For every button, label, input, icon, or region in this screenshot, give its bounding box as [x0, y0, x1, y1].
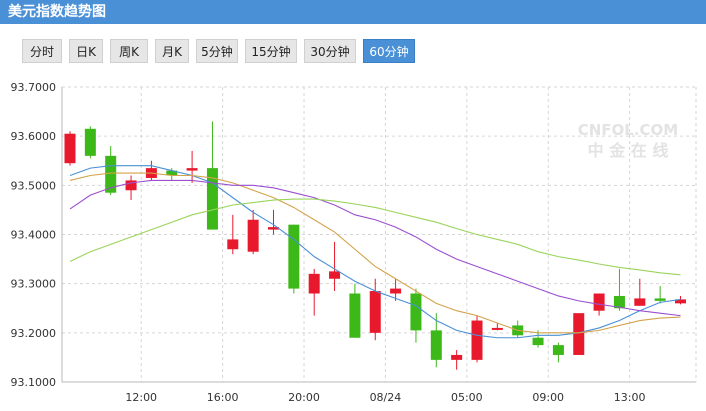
y-tick-label: 93.1000 [11, 376, 57, 389]
y-tick-label: 93.3000 [11, 278, 57, 291]
candle [369, 278, 381, 341]
candle-body [532, 337, 544, 346]
y-tick-label: 93.2000 [11, 327, 57, 340]
candle [430, 313, 442, 368]
candle-body [369, 291, 381, 333]
candle-body [247, 219, 259, 252]
candle-body [349, 293, 361, 338]
tab-6[interactable]: 30分钟 [304, 39, 356, 63]
candle [186, 150, 198, 183]
x-tick-label: 09:00 [532, 391, 564, 404]
tab-7[interactable]: 60分钟 [363, 39, 415, 63]
candle-body [430, 330, 442, 360]
candle-body [410, 293, 422, 331]
tab-0[interactable]: 分时 [22, 39, 62, 63]
candle [247, 209, 259, 255]
chart-title: 美元指数趋势图 [8, 4, 106, 20]
x-axis: 12:00 16:00 20:00 08/24 05:00 09:00 13:00 [125, 391, 645, 404]
candle [552, 342, 564, 363]
candle-body [390, 288, 402, 294]
candle [451, 350, 463, 370]
candle [84, 126, 96, 159]
candle [206, 121, 218, 230]
x-tick-label: 08/24 [370, 391, 402, 404]
candle-body [451, 354, 463, 360]
x-tick-label: 13:00 [614, 391, 646, 404]
tab-5[interactable]: 15分钟 [245, 39, 297, 63]
y-tick-label: 93.7000 [11, 81, 57, 94]
candle-body [329, 271, 341, 279]
y-tick-label: 93.6000 [11, 130, 57, 143]
candle [349, 283, 361, 338]
x-tick-label: 20:00 [288, 391, 320, 404]
candle-body [227, 239, 239, 250]
x-tick-label: 05:00 [451, 391, 483, 404]
y-tick-label: 93.4000 [11, 229, 57, 242]
candle-body [491, 327, 503, 330]
candle-body [64, 133, 76, 164]
candle [471, 315, 483, 363]
candle-body [654, 298, 666, 301]
candle [288, 224, 300, 294]
y-axis: 93.7000 93.6000 93.5000 93.4000 93.3000 93.20… [11, 81, 57, 389]
candle-body [471, 320, 483, 360]
candle [573, 313, 585, 355]
candle [308, 268, 320, 316]
tab-1[interactable]: 日K [69, 39, 103, 63]
ma-line-4 [69, 198, 681, 276]
x-tick-label: 16:00 [207, 391, 239, 404]
candle-body [186, 168, 198, 171]
candle-body [573, 313, 585, 355]
candle-body [84, 128, 96, 156]
candle-body [288, 224, 300, 289]
y-tick-label: 93.5000 [11, 179, 57, 192]
candle-body [593, 293, 605, 311]
candle [654, 286, 666, 304]
candle [410, 288, 422, 343]
tab-4[interactable]: 5分钟 [196, 39, 238, 63]
candle-body [308, 273, 320, 294]
watermark-top: CNFOL.COM [578, 121, 679, 139]
candle-body [552, 345, 564, 355]
candle [634, 278, 646, 306]
candlestick-chart: CNFOL.COM中 金 在 线 93.700093.600093.500093… [11, 81, 697, 404]
tab-3[interactable]: 月K [155, 39, 189, 63]
candle [64, 131, 76, 166]
watermark: CNFOL.COM 中 金 在 线 [578, 121, 679, 160]
watermark-bottom: 中 金 在 线 [588, 141, 669, 160]
candle [125, 175, 137, 201]
candle [613, 268, 625, 311]
candle-body [634, 298, 646, 306]
tab-2[interactable]: 周K [110, 39, 148, 63]
chart-header: 美元指数趋势图 [0, 0, 706, 24]
x-tick-label: 12:00 [125, 391, 157, 404]
candle [145, 160, 157, 181]
